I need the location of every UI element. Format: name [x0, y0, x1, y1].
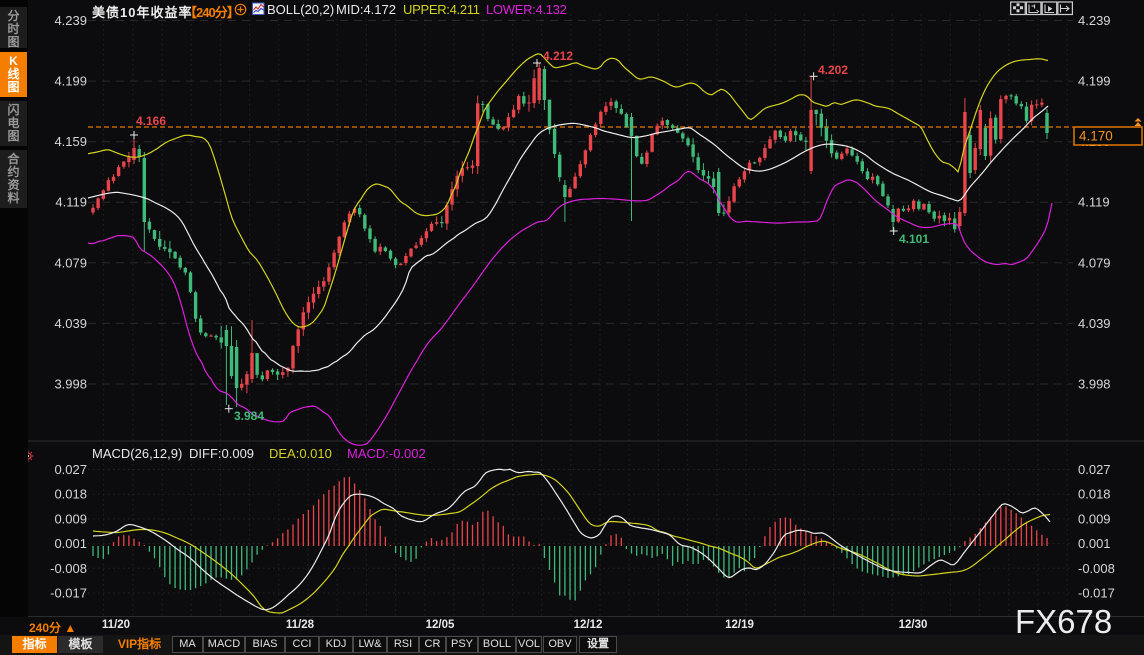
- svg-text:-0.017: -0.017: [1078, 586, 1115, 601]
- svg-text:4.170: 4.170: [1079, 129, 1113, 144]
- svg-text:4.202: 4.202: [818, 63, 848, 77]
- svg-text:4.239: 4.239: [54, 13, 87, 28]
- svg-text:-0.017: -0.017: [50, 586, 87, 601]
- svg-text:3.998: 3.998: [1078, 377, 1111, 392]
- svg-text:4.159: 4.159: [54, 134, 87, 149]
- svg-text:4.039: 4.039: [1078, 316, 1111, 331]
- svg-text:4.199: 4.199: [54, 74, 87, 89]
- svg-text:0.001: 0.001: [54, 536, 87, 551]
- svg-text:-0.008: -0.008: [1078, 561, 1115, 576]
- svg-text:0.009: 0.009: [1078, 511, 1111, 526]
- svg-text:4.199: 4.199: [1078, 74, 1111, 89]
- svg-text:0.027: 0.027: [1078, 462, 1111, 477]
- svg-text:4.239: 4.239: [1078, 13, 1111, 28]
- svg-text:4.119: 4.119: [1078, 195, 1110, 210]
- svg-text:0.018: 0.018: [54, 487, 87, 502]
- svg-text:4.079: 4.079: [54, 255, 87, 270]
- svg-text:3.984: 3.984: [234, 409, 264, 423]
- svg-text:0.001: 0.001: [1078, 536, 1111, 551]
- svg-text:4.039: 4.039: [54, 316, 87, 331]
- svg-text:3.998: 3.998: [54, 377, 87, 392]
- svg-text:0.018: 0.018: [1078, 487, 1111, 502]
- svg-text:4.079: 4.079: [1078, 255, 1111, 270]
- svg-text:0.009: 0.009: [54, 511, 87, 526]
- svg-text:4.212: 4.212: [543, 49, 573, 63]
- svg-text:4.119: 4.119: [55, 195, 87, 210]
- svg-text:4.101: 4.101: [899, 232, 929, 246]
- svg-text:4.166: 4.166: [136, 114, 166, 128]
- svg-text:0.027: 0.027: [54, 462, 87, 477]
- svg-text:-0.008: -0.008: [50, 561, 87, 576]
